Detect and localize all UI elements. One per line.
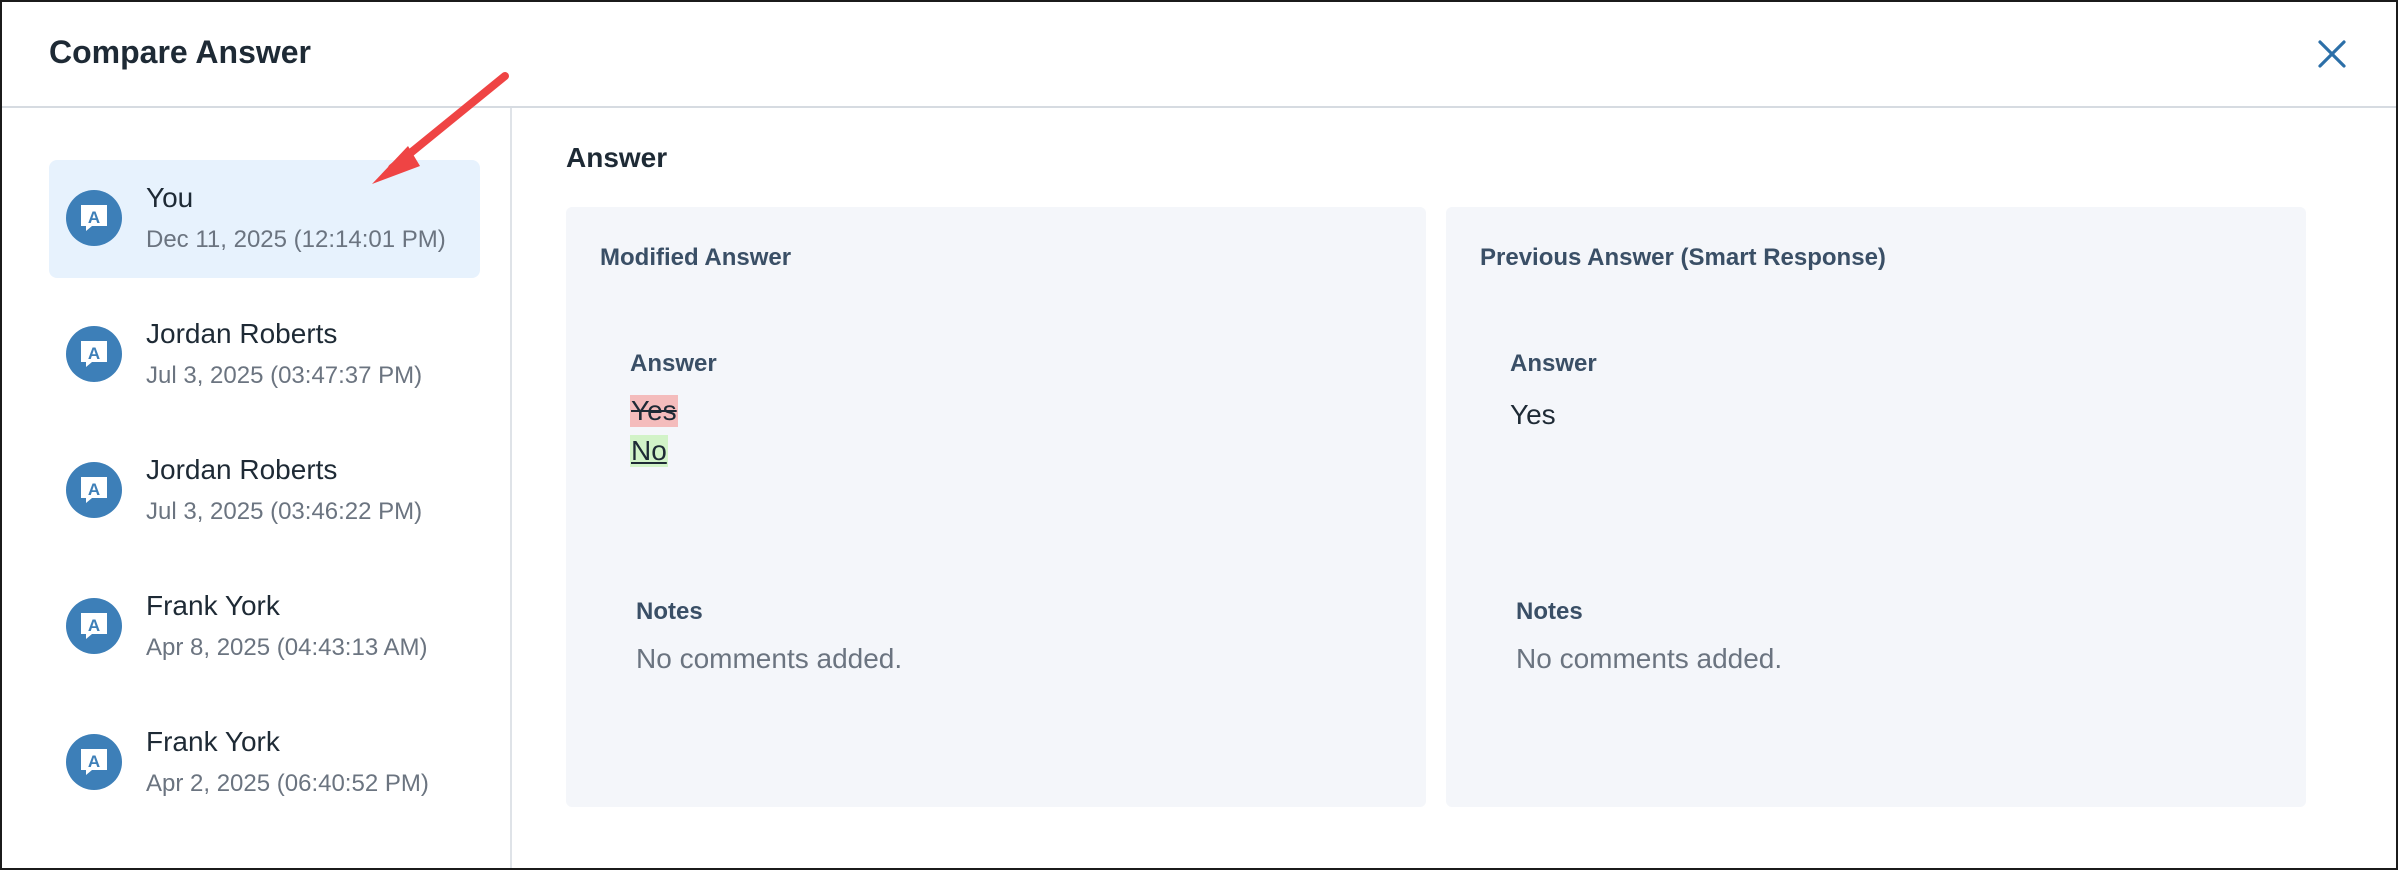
history-item-date: Dec 11, 2025 (12:14:01 PM) [146, 226, 446, 253]
history-item-jordan-roberts-2[interactable]: A Jordan Roberts Jul 3, 2025 (03:46:22 P… [49, 432, 480, 550]
previous-answer-title: Previous Answer (Smart Response) [1480, 244, 1886, 271]
history-item-date: Jul 3, 2025 (03:47:37 PM) [146, 362, 423, 389]
svg-text:A: A [88, 752, 100, 771]
notes-label: Notes [1516, 598, 1583, 625]
avatar: A [66, 462, 122, 518]
response-avatar-icon: A [81, 477, 107, 503]
avatar: A [66, 190, 122, 246]
history-item-jordan-roberts-1[interactable]: A Jordan Roberts Jul 3, 2025 (03:47:37 P… [49, 296, 480, 414]
version-history-sidebar: A You Dec 11, 2025 (12:14:01 PM) A Jorda… [2, 108, 512, 868]
response-avatar-icon: A [81, 749, 107, 775]
svg-text:A: A [88, 480, 100, 499]
previous-answer-panel: Previous Answer (Smart Response) Answer … [1446, 207, 2306, 807]
response-avatar-icon: A [81, 613, 107, 639]
modified-answer-panel: Modified Answer Answer Yes No Notes No c… [566, 207, 1426, 807]
previous-answer-value: Yes [1510, 399, 1556, 430]
notes-text: No comments added. [636, 643, 903, 674]
history-item-name: Jordan Roberts [146, 318, 338, 349]
history-item-frank-york-2[interactable]: A Frank York Apr 2, 2025 (06:40:52 PM) [49, 704, 480, 822]
dialog-title: Compare Answer [49, 34, 311, 70]
history-item-frank-york-1[interactable]: A Frank York Apr 8, 2025 (04:43:13 AM) [49, 568, 480, 686]
svg-text:A: A [88, 208, 100, 227]
history-item-date: Apr 8, 2025 (04:43:13 AM) [146, 634, 428, 661]
close-button[interactable] [2310, 32, 2354, 76]
history-item-name: You [146, 182, 194, 213]
response-avatar-icon: A [81, 341, 107, 367]
history-item-name: Frank York [146, 590, 280, 621]
avatar: A [66, 734, 122, 790]
avatar: A [66, 326, 122, 382]
added-answer-value: No [630, 435, 668, 467]
answer-heading: Answer [566, 142, 668, 173]
history-item-date: Jul 3, 2025 (03:46:22 PM) [146, 498, 423, 525]
response-avatar-icon: A [81, 205, 107, 231]
annotation-arrow-icon [372, 72, 509, 184]
answer-label: Answer [630, 350, 717, 377]
answer-label: Answer [1510, 350, 1597, 377]
notes-text: No comments added. [1516, 643, 1783, 674]
history-item-date: Apr 2, 2025 (06:40:52 PM) [146, 770, 429, 797]
notes-label: Notes [636, 598, 703, 625]
compare-answer-dialog: Compare Answer A You Dec 11, 2025 (12:14… [0, 0, 2398, 870]
history-item-name: Frank York [146, 726, 280, 757]
svg-text:A: A [88, 616, 100, 635]
modified-answer-title: Modified Answer [600, 244, 792, 271]
history-item-name: Jordan Roberts [146, 454, 338, 485]
svg-text:A: A [88, 344, 100, 363]
removed-answer-value: Yes [630, 395, 678, 427]
avatar: A [66, 598, 122, 654]
close-icon [2318, 40, 2346, 68]
